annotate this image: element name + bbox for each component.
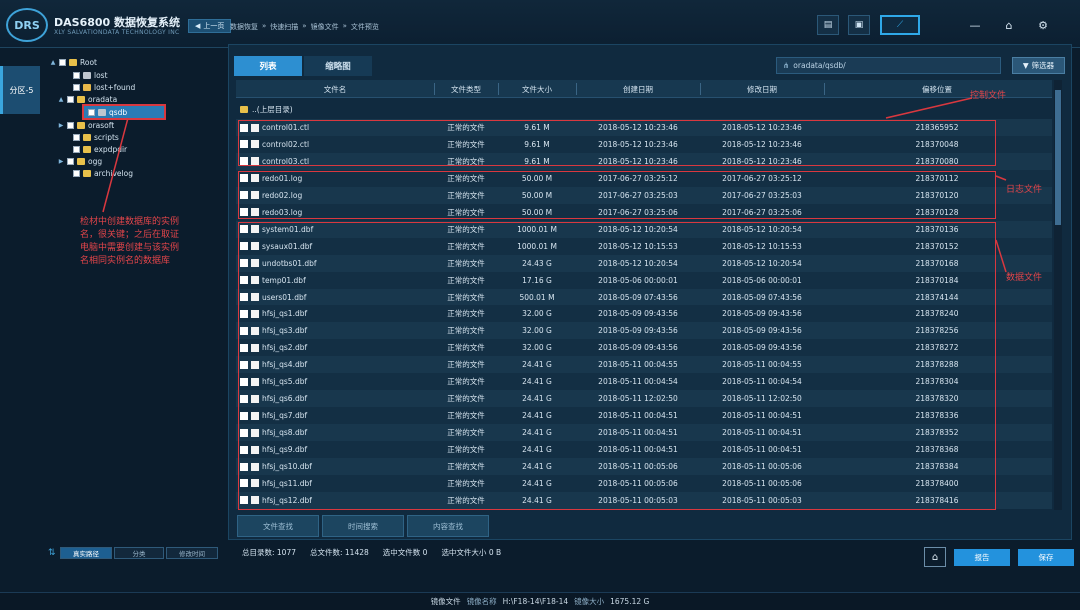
collapse-icon[interactable]: ▲ (50, 59, 56, 66)
settings-gear-icon[interactable]: ⚙ (1032, 15, 1054, 35)
tree-path-icon: ⋔ (783, 61, 790, 70)
folder-icon (77, 121, 85, 129)
tree-node-label: Root (80, 57, 97, 67)
toolbox-icon[interactable]: ▣ (848, 15, 870, 35)
status-image-label: 镜像文件 (430, 597, 461, 606)
folder-icon (83, 133, 91, 141)
annotation-log-files: 日志文件 (1006, 185, 1043, 195)
folder-icon (98, 108, 106, 116)
status-bar: 镜像文件 镜像名称 H:\F18-14\F18-14 镜像大小 1675.12 … (0, 592, 1080, 610)
breadcrumb-separator: » (302, 22, 307, 30)
view-category-button[interactable]: 分类 (114, 547, 164, 559)
breadcrumb-item[interactable]: 快速扫描 (270, 22, 298, 32)
partition-tab[interactable]: 分区-5 (0, 66, 40, 114)
checkbox[interactable] (67, 95, 74, 103)
checkbox[interactable] (88, 108, 95, 116)
sort-icon[interactable]: ⇅ (48, 548, 56, 558)
breadcrumb-item[interactable]: 镜像文件 (311, 22, 339, 32)
report-icon[interactable]: ▤ (817, 15, 839, 35)
tab-list[interactable]: 列表 (234, 56, 302, 76)
folder-icon (240, 105, 248, 113)
col-header-modified[interactable]: 修改日期 (700, 80, 824, 98)
breadcrumb-item[interactable]: 数据恢复 (230, 22, 258, 32)
tree-node-label: oradata (88, 94, 118, 104)
folder-icon (69, 58, 77, 66)
status-size-value: 1675.12 G (610, 597, 650, 606)
tree-node-root[interactable]: ▲ Root (50, 56, 97, 68)
view-real-path-button[interactable]: 真实路径 (60, 547, 112, 559)
checkbox[interactable] (67, 157, 74, 165)
checkbox[interactable] (73, 145, 80, 153)
back-label: 上一页 (203, 22, 225, 30)
tree-node-lost[interactable]: lost (64, 69, 108, 81)
folder-icon (83, 71, 91, 79)
home-icon[interactable]: ⌂ (998, 15, 1020, 35)
path-field[interactable]: ⋔ oradata/qsdb/ (776, 57, 1001, 74)
annotation-instance-note: 检材中创建数据库的实例名，很关键；之后在取证电脑中需要创建与该实例名相同实例名的… (80, 217, 180, 266)
back-button[interactable]: ◀ 上一页 (188, 19, 232, 33)
folder-icon (77, 157, 85, 165)
tree-node-label: lost+found (94, 82, 136, 92)
collapse-icon[interactable]: ▲ (58, 96, 64, 103)
save-button[interactable]: 保存 (1018, 549, 1074, 566)
checkbox[interactable] (67, 121, 74, 129)
stat-selected-size: 选中文件大小 0 B (441, 548, 502, 557)
tab-thumbnails[interactable]: 缩略图 (304, 56, 372, 76)
annotation-control-files: 控制文件 (970, 91, 1007, 101)
locked-folder-icon (83, 83, 91, 91)
minimize-icon[interactable]: — (964, 15, 986, 35)
status-name-value: H:\F18-14\F18-14 (502, 597, 569, 606)
folder-icon (83, 169, 91, 177)
expand-icon[interactable]: ▶ (58, 122, 64, 129)
view-tabs: 列表 缩略图 (234, 56, 372, 76)
annotation-data-files: 数据文件 (1006, 273, 1043, 283)
filter-icon: ▼ (1022, 61, 1029, 70)
col-header-type[interactable]: 文件类型 (434, 80, 498, 98)
folder-icon (83, 145, 91, 153)
checkbox[interactable] (73, 71, 80, 79)
tab-content-search[interactable]: 内容查找 (407, 515, 489, 537)
col-header-created[interactable]: 创建日期 (576, 80, 700, 98)
recovery-view-icon[interactable]: ⟋ (880, 15, 920, 35)
filter-label: 筛选器 (1031, 61, 1055, 70)
breadcrumb-separator: » (262, 22, 267, 30)
annotation-connectors (885, 97, 1007, 273)
path-value: oradata/qsdb/ (793, 61, 846, 70)
checkbox[interactable] (73, 133, 80, 141)
breadcrumb-item[interactable]: 文件预览 (351, 22, 379, 32)
app-subtitle: XLY SALVATIONDATA TECHNOLOGY INC (54, 29, 180, 36)
checkbox[interactable] (73, 83, 80, 91)
logo-icon: DRS (6, 8, 48, 42)
annotation-arrow (102, 117, 129, 213)
folder-icon (77, 95, 85, 103)
inbox-icon[interactable]: ⌂ (924, 547, 946, 567)
back-arrow-icon: ◀ (195, 22, 201, 30)
status-name-label: 镜像名称 (466, 597, 497, 606)
app-title: DAS6800 数据恢复系统 (54, 16, 181, 29)
col-header-size[interactable]: 文件大小 (498, 80, 576, 98)
report-button[interactable]: 报告 (954, 549, 1010, 566)
checkbox[interactable] (73, 169, 80, 177)
checkbox[interactable] (59, 58, 66, 66)
tree-node-label: lost (94, 70, 108, 80)
view-modified-time-button[interactable]: 修改时间 (166, 547, 218, 559)
tree-view-switcher: 真实路径 分类 修改时间 (60, 546, 218, 560)
parent-directory-label: ..(上层目录) (252, 104, 293, 114)
stats-bar: 总目录数: 1077 总文件数: 11428 选中文件数 0 选中文件大小 0 … (242, 547, 501, 558)
breadcrumb-separator: » (342, 22, 347, 30)
stat-selected-files: 选中文件数 0 (382, 548, 428, 557)
col-header-name[interactable]: 文件名 (236, 80, 434, 98)
stat-total-files: 总文件数: 11428 (310, 548, 369, 557)
tree-node-lost-found[interactable]: lost+found (64, 81, 135, 93)
tab-time-search[interactable]: 时间搜索 (322, 515, 404, 537)
breadcrumb: 数据恢复» 快速扫描» 镜像文件» 文件预览 (230, 22, 379, 32)
status-size-label: 镜像大小 (574, 597, 605, 606)
filter-button[interactable]: ▼ 筛选器 (1012, 57, 1065, 74)
stat-total-dirs: 总目录数: 1077 (242, 548, 296, 557)
expand-icon[interactable]: ▶ (58, 158, 64, 165)
tab-file-search[interactable]: 文件查找 (237, 515, 319, 537)
